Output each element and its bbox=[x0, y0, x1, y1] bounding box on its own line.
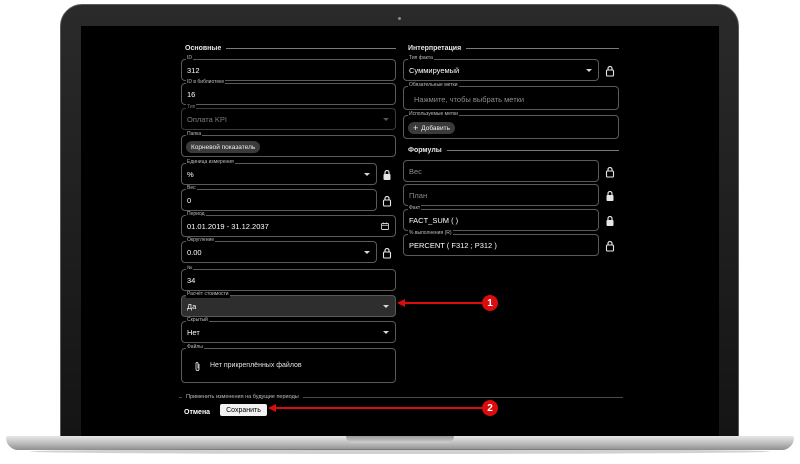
chevron-down-icon[interactable] bbox=[364, 251, 370, 254]
cost-calc-select[interactable]: Расчёт стоимости Да bbox=[181, 291, 396, 317]
app-screen: Основные ID 312 ID в библиотеке 16 Тип О… bbox=[81, 26, 719, 436]
camera bbox=[398, 17, 401, 20]
annotation-arrow-1-line bbox=[404, 302, 482, 304]
id-field[interactable]: ID 312 bbox=[181, 55, 396, 81]
formula-percent-label: % выполнения (R) bbox=[408, 230, 453, 237]
library-id-value: 16 bbox=[187, 90, 196, 99]
hidden-select[interactable]: Скрытый Нет bbox=[181, 317, 396, 343]
type-value: Оплата KPI bbox=[187, 115, 227, 124]
add-tag-button[interactable]: + Добавить bbox=[408, 122, 455, 134]
annotation-badge-2: 2 bbox=[482, 400, 498, 416]
fact-type-label: Тип факта bbox=[408, 55, 434, 62]
chevron-down-icon[interactable] bbox=[383, 305, 389, 308]
weight-value: 0 bbox=[187, 196, 192, 205]
formula-fact-value: FACT_SUM ( ) bbox=[409, 216, 459, 225]
section-title-interpretation-text: Интерпретация bbox=[408, 44, 462, 52]
chevron-down-icon[interactable] bbox=[383, 331, 389, 334]
folder-chip[interactable]: Корневой показатель bbox=[186, 141, 261, 153]
section-title-main: Основные bbox=[185, 42, 396, 54]
number-value: 34 bbox=[187, 276, 196, 285]
section-title-formulas: Формулы bbox=[408, 144, 619, 156]
section-title-formulas-text: Формулы bbox=[408, 146, 442, 154]
lock-icon[interactable] bbox=[382, 247, 392, 259]
used-tags-label: Используемые метки bbox=[408, 111, 459, 118]
laptop-notch bbox=[346, 436, 454, 443]
laptop-shadow bbox=[30, 449, 770, 454]
formula-plan-placeholder: План bbox=[409, 191, 428, 200]
formula-fact-field[interactable]: Факт FACT_SUM ( ) bbox=[403, 205, 599, 231]
unit-value: % bbox=[187, 170, 194, 179]
number-label: № bbox=[186, 265, 194, 272]
library-id-field[interactable]: ID в библиотеке 16 bbox=[181, 79, 396, 105]
hidden-value: Нет bbox=[187, 328, 200, 337]
cancel-button[interactable]: Отмена bbox=[181, 406, 213, 418]
lock-icon[interactable] bbox=[605, 65, 615, 77]
rounding-select[interactable]: Округление 0.00 bbox=[181, 237, 377, 263]
formula-weight-placeholder: Вес bbox=[409, 167, 422, 176]
required-tags-field[interactable]: Обязательные метки Нажмите, чтобы выбрат… bbox=[403, 82, 619, 110]
id-value: 312 bbox=[187, 66, 200, 75]
lock-icon[interactable] bbox=[382, 195, 392, 207]
period-value: 01.01.2019 - 31.12.2037 bbox=[187, 222, 269, 231]
period-field[interactable]: Период 01.01.2019 - 31.12.2037 bbox=[181, 211, 396, 237]
required-tags-label: Обязательные метки bbox=[408, 82, 459, 89]
save-button[interactable]: Сохранить bbox=[220, 404, 267, 416]
lock-icon[interactable] bbox=[605, 166, 615, 178]
lock-icon[interactable] bbox=[382, 169, 392, 181]
cost-calc-value: Да bbox=[187, 302, 197, 311]
library-id-label: ID в библиотеке bbox=[186, 79, 226, 86]
type-select: Тип Оплата KPI bbox=[181, 104, 396, 130]
calendar-icon[interactable] bbox=[381, 222, 389, 230]
apply-future-label: Применить изменения на будущие периоды bbox=[186, 394, 299, 400]
divider bbox=[302, 397, 623, 398]
chevron-down-icon bbox=[383, 118, 389, 121]
section-title-interpretation: Интерпретация bbox=[408, 42, 619, 54]
formula-fact-label: Факт bbox=[408, 205, 422, 212]
chevron-down-icon[interactable] bbox=[364, 173, 370, 176]
period-label: Период bbox=[186, 211, 206, 218]
lock-icon[interactable] bbox=[605, 215, 615, 227]
rounding-value: 0.00 bbox=[187, 248, 202, 257]
cost-calc-label: Расчёт стоимости bbox=[186, 291, 230, 298]
section-title-main-text: Основные bbox=[185, 44, 222, 52]
type-label: Тип bbox=[186, 104, 197, 111]
annotation-badge-1: 1 bbox=[482, 295, 498, 311]
files-value: Нет прикреплённых файлов bbox=[210, 362, 302, 369]
fact-type-value: Суммируемый bbox=[409, 66, 460, 75]
apply-future-periods[interactable]: Применить изменения на будущие периоды bbox=[179, 390, 623, 400]
formula-percent-value: PERCENT ( F312 ; P312 ) bbox=[409, 241, 497, 250]
paperclip-icon[interactable] bbox=[194, 361, 201, 372]
number-field[interactable]: № 34 bbox=[181, 265, 396, 291]
rounding-label: Округление bbox=[186, 237, 216, 244]
formula-plan-field[interactable]: План bbox=[403, 184, 599, 206]
chevron-down-icon[interactable] bbox=[586, 69, 592, 72]
hidden-label: Скрытый bbox=[186, 317, 209, 324]
weight-label: Вес bbox=[186, 185, 197, 192]
annotation-arrow-2-line bbox=[275, 407, 482, 409]
divider bbox=[466, 47, 619, 49]
divider bbox=[446, 149, 619, 151]
lock-icon[interactable] bbox=[605, 240, 615, 252]
files-field[interactable]: Файлы Нет прикреплённых файлов bbox=[181, 344, 396, 383]
fact-type-select[interactable]: Тип факта Суммируемый bbox=[403, 55, 599, 81]
files-label: Файлы bbox=[186, 344, 204, 351]
unit-select[interactable]: Единица измерения % bbox=[181, 159, 377, 185]
unit-label: Единица измерения bbox=[186, 159, 235, 166]
required-tags-placeholder: Нажмите, чтобы выбрать метки bbox=[414, 95, 525, 104]
lock-icon[interactable] bbox=[605, 190, 615, 202]
formula-weight-field[interactable]: Вес bbox=[403, 160, 599, 182]
folder-field[interactable]: Папка Корневой показатель bbox=[181, 131, 396, 157]
divider bbox=[226, 47, 396, 49]
add-tag-label: Добавить bbox=[421, 124, 450, 132]
weight-field[interactable]: Вес 0 bbox=[181, 185, 377, 211]
plus-icon: + bbox=[413, 122, 419, 133]
used-tags-field[interactable]: Используемые метки + Добавить bbox=[403, 111, 619, 139]
folder-label: Папка bbox=[186, 131, 203, 138]
id-label: ID bbox=[186, 55, 193, 62]
divider bbox=[179, 397, 182, 398]
formula-percent-field[interactable]: % выполнения (R) PERCENT ( F312 ; P312 ) bbox=[403, 230, 599, 256]
